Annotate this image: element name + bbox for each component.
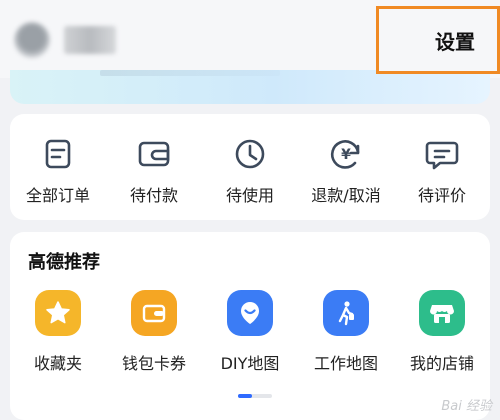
recommend-row: 收藏夹 钱包卡券 DIY地图 工作地图 我的店铺	[10, 290, 490, 374]
order-all[interactable]: 全部订单	[10, 114, 106, 220]
rec-work-map[interactable]: 工作地图	[298, 290, 394, 374]
order-label: 退款/取消	[311, 186, 381, 205]
wallet-icon	[138, 141, 170, 167]
page-indicator-active	[238, 394, 252, 398]
clock-icon	[235, 139, 265, 169]
banner-faint-text	[100, 70, 280, 76]
rec-label: DIY地图	[220, 354, 280, 373]
username-blurred	[64, 26, 116, 54]
wallet-card-icon	[131, 290, 177, 336]
diy-map-icon	[227, 290, 273, 336]
section-title: 高德推荐	[28, 252, 100, 273]
avatar[interactable]	[14, 22, 50, 58]
document-icon	[45, 139, 71, 169]
rec-my-store[interactable]: 我的店铺	[394, 290, 490, 374]
order-label: 待付款	[129, 186, 178, 205]
order-label: 待评价	[417, 186, 466, 205]
refund-icon: ¥	[330, 140, 360, 169]
settings-button[interactable]: 设置	[376, 6, 500, 74]
rec-favorites[interactable]: 收藏夹	[10, 290, 106, 374]
rec-diy-map[interactable]: DIY地图	[202, 290, 298, 374]
order-label: 全部订单	[25, 186, 90, 205]
walker-icon	[323, 290, 369, 336]
star-icon	[35, 290, 81, 336]
store-icon	[419, 290, 465, 336]
order-refund[interactable]: ¥ 退款/取消	[298, 114, 394, 220]
orders-card: 全部订单 待付款 待使用 ¥ 退款/取消 待评价	[10, 114, 490, 220]
rec-label: 我的店铺	[409, 354, 474, 373]
svg-text:¥: ¥	[341, 147, 351, 163]
order-label: 待使用	[225, 186, 274, 205]
rec-label: 收藏夹	[33, 354, 82, 373]
orders-row: 全部订单 待付款 待使用 ¥ 退款/取消 待评价	[10, 114, 490, 220]
rec-wallet-coupons[interactable]: 钱包卡券	[106, 290, 202, 374]
page-indicator	[238, 394, 272, 398]
rec-label: 钱包卡券	[121, 354, 186, 373]
watermark: Bai 经验	[441, 399, 492, 414]
settings-label: 设置	[435, 29, 475, 54]
order-to-review[interactable]: 待评价	[394, 114, 490, 220]
comment-icon	[425, 141, 459, 170]
member-banner[interactable]	[10, 70, 490, 104]
order-pending-payment[interactable]: 待付款	[106, 114, 202, 220]
order-to-use[interactable]: 待使用	[202, 114, 298, 220]
recommend-card: 高德推荐 收藏夹 钱包卡券 DIY地图 工作地图 我的店铺	[10, 232, 490, 420]
rec-label: 工作地图	[313, 354, 378, 373]
